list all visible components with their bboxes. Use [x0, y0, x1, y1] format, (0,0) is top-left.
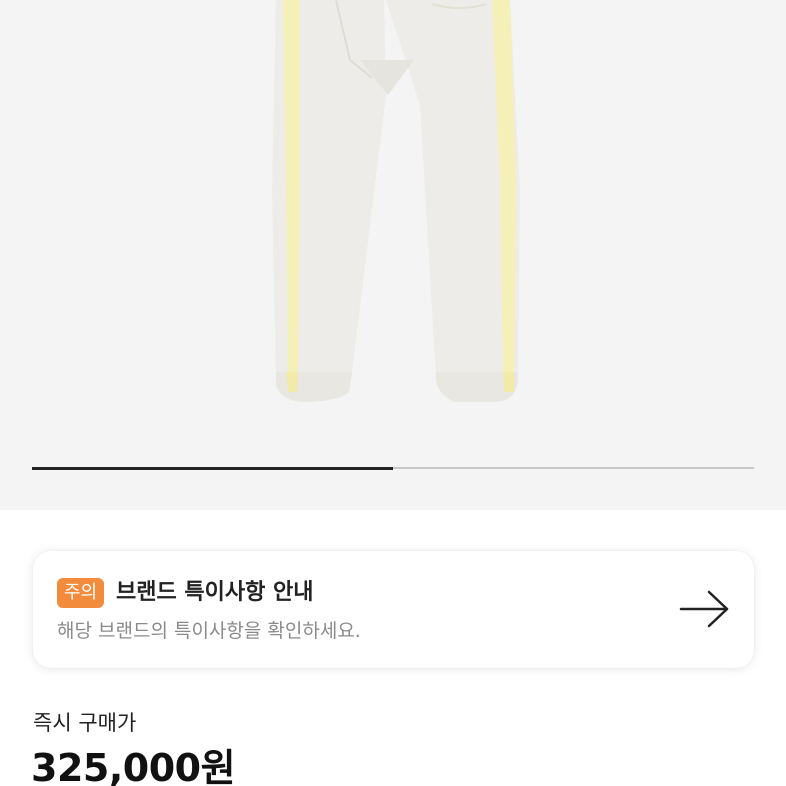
notice-title: 브랜드 특이사항 안내 — [116, 580, 314, 605]
instant-buy-price: 325,000원 — [31, 746, 236, 786]
product-image-gallery[interactable] — [0, 0, 786, 510]
notice-description: 해당 브랜드의 특이사항을 확인하세요. — [57, 620, 361, 642]
gallery-progress-fill — [32, 466, 393, 470]
instant-buy-price-label: 즉시 구매가 — [33, 711, 137, 735]
gallery-progress-bar — [32, 466, 754, 470]
arrow-right-icon[interactable] — [677, 587, 733, 631]
product-image — [272, 0, 520, 402]
brand-notice-card[interactable]: 주의 브랜드 특이사항 안내 해당 브랜드의 특이사항을 확인하세요. — [33, 551, 754, 668]
warning-badge: 주의 — [57, 578, 105, 608]
